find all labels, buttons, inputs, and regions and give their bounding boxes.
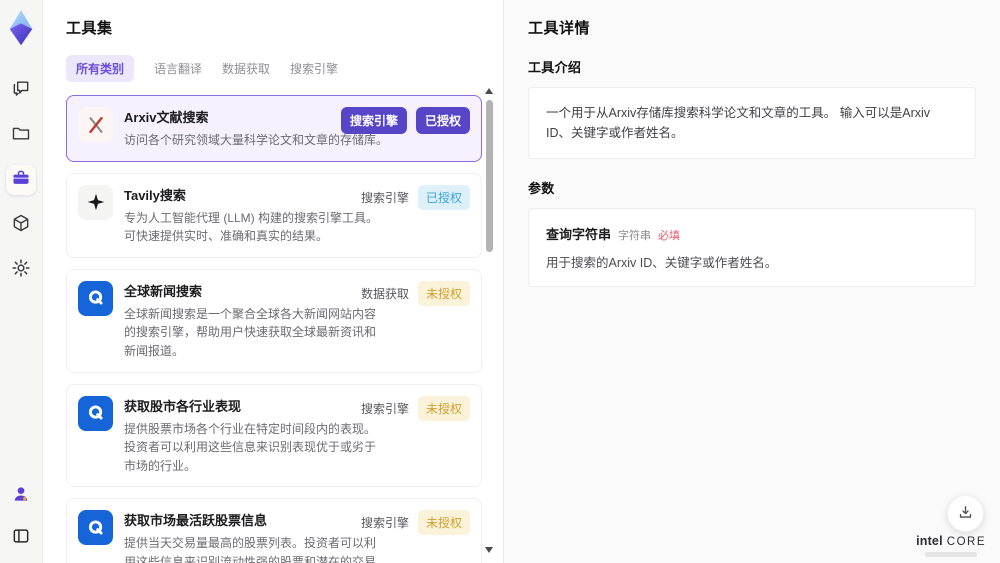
gear-icon xyxy=(11,258,31,283)
sidebar-rail xyxy=(0,0,43,563)
category-tabs: 所有类别 语言翻译 数据获取 搜索引擎 xyxy=(66,55,503,82)
user-avatar-icon xyxy=(11,484,31,509)
scroll-down-arrow[interactable] xyxy=(485,547,493,553)
cube-icon xyxy=(11,213,31,238)
tab-search-engine[interactable]: 搜索引擎 xyxy=(290,55,338,82)
intro-heading: 工具介绍 xyxy=(528,60,582,75)
auth-status-badge: 未授权 xyxy=(417,395,470,421)
card-badges: 搜索引擎 未授权 xyxy=(360,395,470,421)
sidebar-bottom xyxy=(6,481,36,553)
sidebar-item-tools[interactable] xyxy=(6,165,36,195)
sidebar-item-settings[interactable] xyxy=(6,255,36,285)
sidebar-item-files[interactable] xyxy=(6,120,36,150)
param-box: 查询字符串 字符串 必填 用于搜索的Arxiv ID、关键字或作者姓名。 xyxy=(528,208,976,287)
download-button[interactable] xyxy=(947,495,984,532)
param-required-flag: 必填 xyxy=(658,230,681,242)
tab-data-acquisition[interactable]: 数据获取 xyxy=(222,55,270,82)
param-header: 查询字符串 字符串 必填 xyxy=(546,224,958,243)
tab-all-categories[interactable]: 所有类别 xyxy=(66,55,135,82)
intel-core-logo: intel CORE xyxy=(916,534,986,557)
brand-core-text: CORE xyxy=(946,536,986,549)
tool-card-arxiv[interactable]: Arxiv文献搜索 访问各个研究领域大量科学论文和文章的存储库。 搜索引擎 已授… xyxy=(66,95,482,162)
auth-status-badge: 未授权 xyxy=(417,280,470,306)
folder-icon xyxy=(11,123,31,148)
param-type: 字符串 xyxy=(618,230,652,242)
tool-card-list: Arxiv文献搜索 访问各个研究领域大量科学论文和文章的存储库。 搜索引擎 已授… xyxy=(66,95,482,563)
scrollbar-thumb[interactable] xyxy=(486,100,493,252)
tool-description: 提供股票市场各个行业在特定时间段内的表现。投资者可以利用这些信息来识别表现优于或… xyxy=(124,421,377,473)
category-label: 搜索引擎 xyxy=(360,401,409,416)
tool-intro-box: 一个用于从Arxiv存储库搜索科学论文和文章的工具。 输入可以是Arxiv ID… xyxy=(528,87,976,159)
collapse-panel-icon xyxy=(11,526,31,551)
tavily-star-icon xyxy=(78,184,113,220)
category-label: 搜索引擎 xyxy=(360,516,409,531)
card-badges: 数据获取 未授权 xyxy=(360,280,470,306)
tool-card-tavily[interactable]: Tavily搜索 专为人工智能代理 (LLM) 构建的搜索引擎工具。可快速提供实… xyxy=(66,172,482,258)
q-logo-icon xyxy=(78,395,113,431)
chat-icon xyxy=(11,78,31,103)
tool-card-active-stocks[interactable]: 获取市场最活跃股票信息 提供当天交易量最高的股票列表。投资者可以利用这些信息来识… xyxy=(66,498,482,563)
tool-description: 提供当天交易量最高的股票列表。投资者可以利用这些信息来识别流动性强的股票和潜在的… xyxy=(124,536,377,563)
sidebar-collapse-button[interactable] xyxy=(6,523,36,553)
auth-status-badge: 已授权 xyxy=(417,184,470,210)
tool-title: 获取市场最活跃股票信息 xyxy=(124,513,268,529)
tool-description: 专为人工智能代理 (LLM) 构建的搜索引擎工具。可快速提供实时、准确和真实的结… xyxy=(124,210,379,244)
category-label: 数据获取 xyxy=(360,286,409,301)
auth-status-badge: 未授权 xyxy=(417,510,470,536)
tool-title: Tavily搜索 xyxy=(124,187,186,203)
card-badges: 搜索引擎 已授权 xyxy=(360,184,470,210)
download-icon xyxy=(957,504,974,524)
app-logo-gem-icon xyxy=(6,9,36,46)
card-badges: 搜索引擎 未授权 xyxy=(360,510,470,536)
tools-page-title: 工具集 xyxy=(66,20,113,37)
sidebar-item-account[interactable] xyxy=(6,481,36,511)
sidebar-item-models[interactable] xyxy=(6,210,36,240)
scroll-up-arrow[interactable] xyxy=(485,88,493,94)
list-scrollbar xyxy=(485,88,494,553)
sidebar-item-chat[interactable] xyxy=(6,75,36,105)
arxiv-logo-icon xyxy=(78,107,113,142)
tool-title: 全球新闻搜索 xyxy=(124,283,203,299)
tool-description: 全球新闻搜索是一个聚合全球各大新闻网站内容的搜索引擎，帮助用户快速获取全球最新资… xyxy=(124,306,377,358)
tools-panel: 工具集 所有类别 语言翻译 数据获取 搜索引擎 Arxiv文献搜索 访问各个研究… xyxy=(43,0,503,563)
brand-intel-text: intel xyxy=(916,534,943,549)
sidebar-nav xyxy=(6,75,36,285)
params-heading: 参数 xyxy=(528,181,555,196)
param-description: 用于搜索的Arxiv ID、关键字或作者姓名。 xyxy=(546,256,778,270)
category-badge: 搜索引擎 xyxy=(340,107,407,134)
tool-details-panel: 工具详情 工具介绍 一个用于从Arxiv存储库搜索科学论文和文章的工具。 输入可… xyxy=(503,0,1000,563)
tool-card-global-news[interactable]: 全球新闻搜索 全球新闻搜索是一个聚合全球各大新闻网站内容的搜索引擎，帮助用户快速… xyxy=(66,268,482,373)
tab-language-translation[interactable]: 语言翻译 xyxy=(154,55,202,82)
category-label: 搜索引擎 xyxy=(360,190,409,205)
brand-subline xyxy=(925,552,978,557)
tool-card-sector-performance[interactable]: 获取股市各行业表现 提供股票市场各个行业在特定时间段内的表现。投资者可以利用这些… xyxy=(66,383,482,488)
briefcase-icon xyxy=(11,168,31,193)
tool-title: 获取股市各行业表现 xyxy=(124,398,242,414)
param-name: 查询字符串 xyxy=(546,227,612,242)
q-logo-icon xyxy=(78,280,113,316)
q-logo-icon xyxy=(78,510,113,546)
auth-status-badge: 已授权 xyxy=(415,107,470,134)
app-window: 工具集 所有类别 语言翻译 数据获取 搜索引擎 Arxiv文献搜索 访问各个研究… xyxy=(0,0,1000,563)
details-title: 工具详情 xyxy=(528,20,591,37)
card-badges: 搜索引擎 已授权 xyxy=(340,107,470,134)
